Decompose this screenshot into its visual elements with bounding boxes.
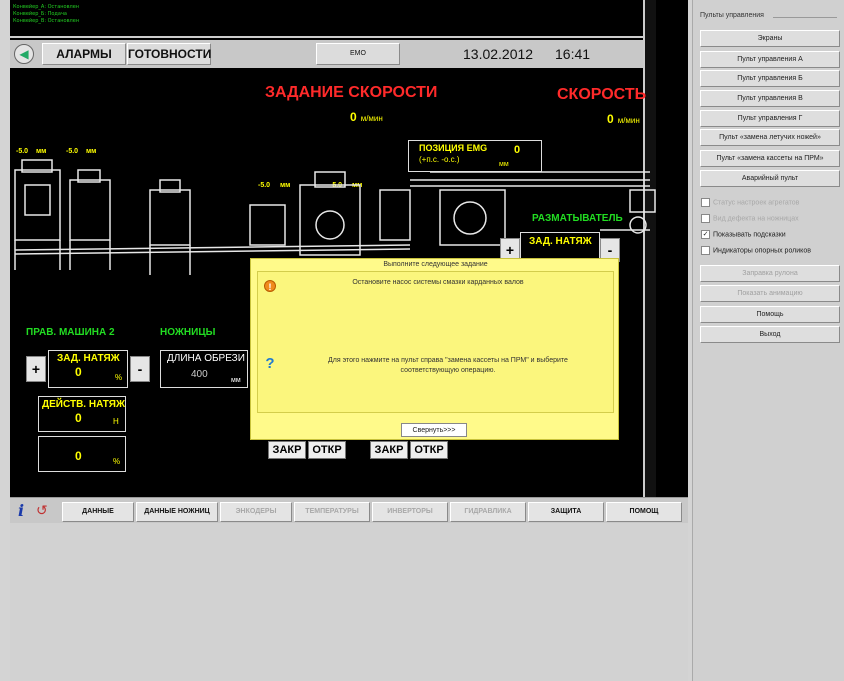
percent-unit: % [113,457,121,466]
shears-data-button[interactable]: ДАННЫЕ НОЖНИЦ [136,502,218,522]
leveler-tension-value: 0 [75,365,82,379]
help-panel-button[interactable]: Помощь [700,306,840,323]
info-icon[interactable]: i [18,502,32,520]
bottom-nav-bar: i ↺ ДАННЫЕ ДАННЫЕ НОЖНИЦ ЭНКОДЕРЫ ТЕМПЕР… [10,497,688,523]
cut-length-label: ДЛИНА ОБРЕЗИ [167,353,245,364]
open-button[interactable]: ОТКР [410,441,448,459]
cut-length-box: ДЛИНА ОБРЕЗИ 400 мм [160,350,248,388]
undo-icon[interactable]: ↺ [36,502,52,520]
data-button[interactable]: ДАННЫЕ [62,502,134,522]
help-icon: ? [265,355,275,372]
checkbox-icon [701,246,710,255]
speed-setpoint-title: ЗАДАНИЕ СКОРОСТИ [265,84,438,101]
hydraulics-button[interactable]: ГИДРАВЛИКА [450,502,526,522]
control-panel-b-button[interactable]: Пульт управления Б [700,70,840,87]
group-divider [773,17,837,18]
unwinder-tension-box: ЗАД. НАТЯЖ [520,232,600,260]
panel-group-title: Пульты управления [700,12,764,19]
leveler-tension-label: ЗАД. НАТЯЖ [57,353,120,364]
close-button[interactable]: ЗАКР [268,441,306,459]
control-panel-a-button[interactable]: Пульт управления А [700,51,840,68]
leveler-tension-box: ЗАД. НАТЯЖ 0 % [48,350,128,388]
flying-knives-panel-button[interactable]: Пульт «замена летучих ножей» [700,129,840,146]
emo-button[interactable]: EMO [316,43,400,65]
log-line: Конвейер_В: Остановлен [13,18,80,24]
checkbox-icon [701,198,710,207]
percent-box: 0 % [38,436,126,472]
emergency-panel-button[interactable]: Аварийный пульт [700,170,840,187]
check-icon: ✓ [701,230,710,239]
help-text: Для этого нажмите на пульт справа "замен… [328,357,568,374]
collapse-button[interactable]: Свернуть>>> [401,423,467,437]
actual-tension-unit: Н [113,417,119,426]
speed-value: 0 м/мин [607,112,640,126]
screens-button[interactable]: Экраны [700,30,840,47]
close-button[interactable]: ЗАКР [370,441,408,459]
coil-threading-button[interactable]: Заправка рулона [700,265,840,282]
leveler-tension-unit: % [115,373,123,382]
leveler-minus-button[interactable]: - [130,356,150,382]
cut-length-value: 400 [191,369,208,380]
hmi-toolbar: ◀ АЛАРМЫ ГОТОВНОСТИ EMO 13.02.2012 16:41 [10,40,643,68]
exit-button[interactable]: Выход [700,326,840,343]
cassette-change-panel-button[interactable]: Пульт «замена кассеты на ПРМ» [700,150,840,167]
dialog-title: Выполните следующее задание [383,261,488,268]
lower-panel [10,497,688,681]
back-icon[interactable]: ◀ [14,44,34,64]
checkbox-roller-indicators[interactable]: Индикаторы опорных роликов [701,246,811,255]
checkbox-defect-view[interactable]: Вид дефекта на ножницах [701,214,799,223]
leveler-title: ПРАВ. МАШИНА 2 [26,327,115,338]
readiness-button[interactable]: ГОТОВНОСТИ [127,43,211,65]
log-line: Конвейер_Б: Подача [13,11,67,17]
actual-tension-value: 0 [75,411,82,425]
control-panel-v-button[interactable]: Пульт управления В [700,90,840,107]
actual-tension-label: ДЕЙСТВ. НАТЯЖ [42,399,125,410]
percent-value: 0 [75,449,82,463]
actual-tension-box: ДЕЙСТВ. НАТЯЖ 0 Н [38,396,126,432]
date-display: 13.02.2012 [463,46,534,62]
task-dialog: Выполните следующее задание ! Остановите… [250,258,619,440]
show-animation-button[interactable]: Показать анимацию [700,285,840,302]
inverters-button[interactable]: ИНВЕРТОРЫ [372,502,448,522]
unwinder-tension-label: ЗАД. НАТЯЖ [529,236,592,247]
checkbox-icon [701,214,710,223]
checkbox-show-hints[interactable]: ✓ Показывать подсказки [701,230,786,239]
unwinder-title: РАЗМАТЫВАТЕЛЬ [532,213,623,224]
speed-title: СКОРОСТЬ [557,86,647,103]
checkbox-unit-status[interactable]: Статус настроек агрегатов [701,198,799,207]
alarms-button[interactable]: АЛАРМЫ [42,43,126,65]
warning-text: Остановите насос системы смазки карданны… [352,279,524,286]
warning-icon: ! [264,280,276,292]
help-button[interactable]: ПОМОЩ [606,502,682,522]
event-log: Конвейер_А: Остановлен Конвейер_Б: Подач… [10,0,643,38]
log-line: Конвейер_А: Остановлен [13,4,80,10]
speed-setpoint-value: 0 м/мин [350,110,383,124]
control-panel-g-button[interactable]: Пульт управления Г [700,110,840,127]
right-control-panel: Пульты управления Экраны Пульт управлени… [692,0,844,681]
leveler-plus-button[interactable]: + [26,356,46,382]
open-button[interactable]: ОТКР [308,441,346,459]
protection-button[interactable]: ЗАЩИТА [528,502,604,522]
encoders-button[interactable]: ЭНКОДЕРЫ [220,502,292,522]
temperatures-button[interactable]: ТЕМПЕРАТУРЫ [294,502,370,522]
shears-title: НОЖНИЦЫ [160,327,216,338]
dialog-content: ! Остановите насос системы смазки кардан… [257,271,614,413]
time-display: 16:41 [555,46,591,62]
cut-length-unit: мм [231,377,241,384]
